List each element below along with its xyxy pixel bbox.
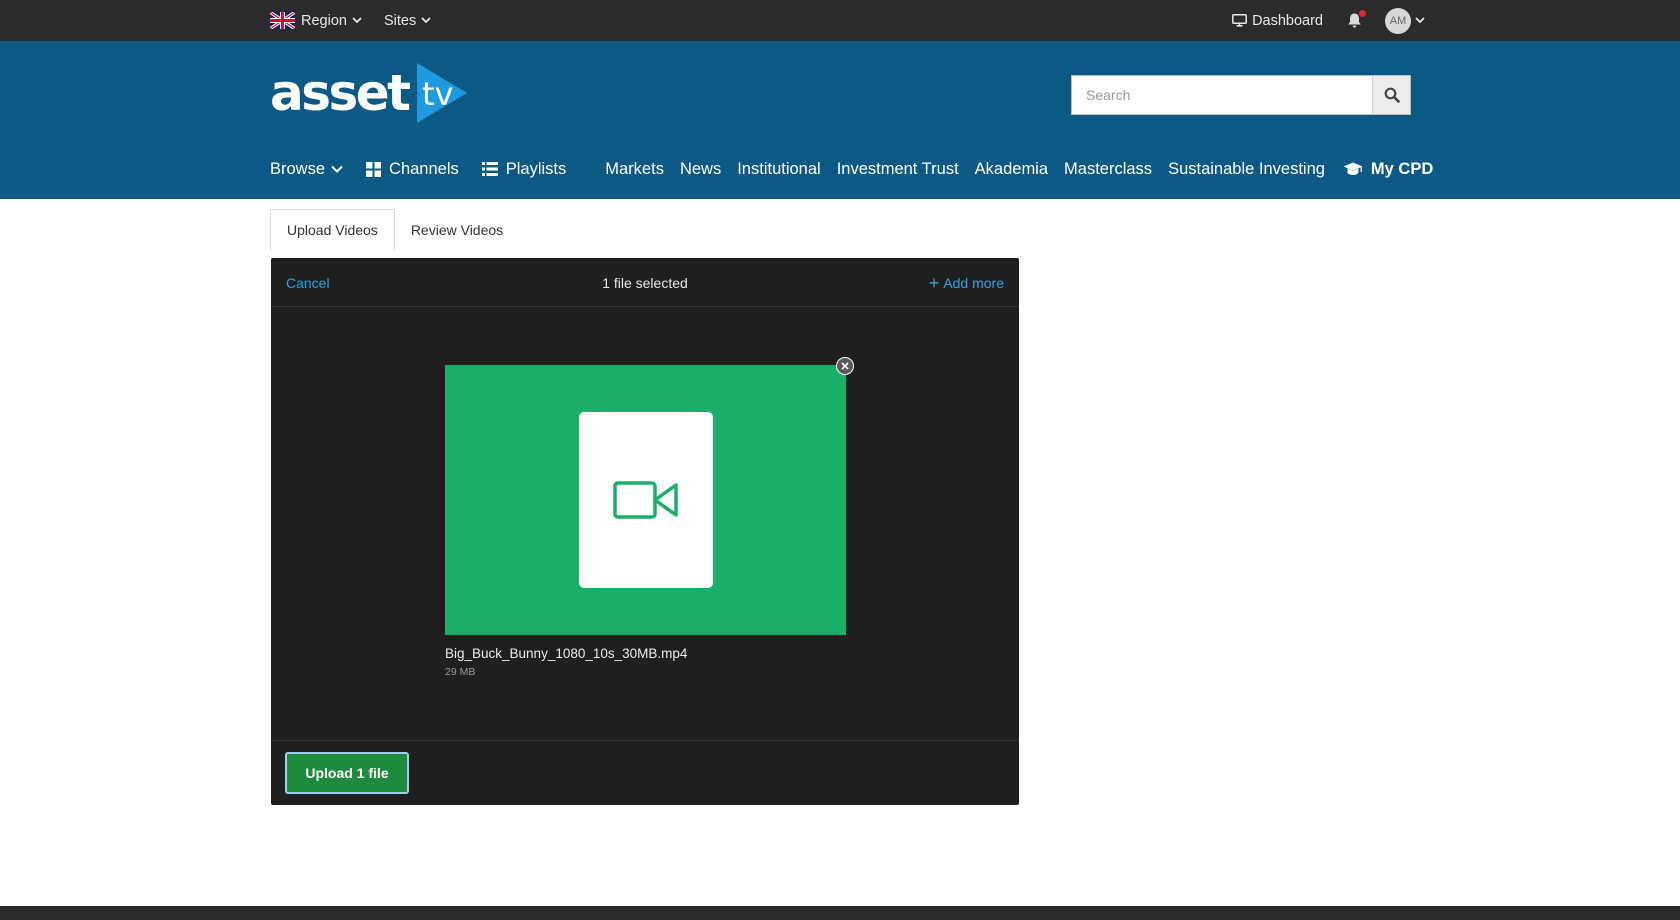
file-preview (578, 412, 713, 588)
nav-playlists[interactable]: Playlists (481, 159, 567, 179)
nav-link-masterclass[interactable]: Masterclass (1064, 160, 1152, 179)
tab-review-videos[interactable]: Review Videos (395, 209, 519, 251)
nav-my-cpd-label: My CPD (1370, 159, 1434, 178)
logo-play-icon: tv (416, 63, 467, 123)
chevron-down-icon (1415, 17, 1425, 24)
top-utility-bar: Region Sites Dashboard AM (0, 0, 1680, 41)
nav-link-markets[interactable]: Markets (605, 160, 664, 179)
search-icon (1384, 87, 1400, 103)
sites-label: Sites (383, 12, 417, 29)
graduation-cap-icon (1343, 162, 1363, 175)
uploader-footer: Upload 1 file (271, 740, 1019, 805)
nav-link-akademia[interactable]: Akademia (975, 160, 1048, 179)
avatar: AM (1385, 7, 1411, 34)
grid-icon (366, 161, 382, 177)
nav-link-institutional[interactable]: Institutional (737, 160, 820, 179)
file-item: Big_Buck_Bunny_1080_10s_30MB.mp4 29 MB (445, 357, 854, 678)
search-box (1071, 75, 1411, 115)
selected-count: 1 file selected (602, 274, 688, 291)
main-nav: Browse Channels Playlists Markets News I… (270, 154, 1433, 184)
add-more-label: Add more (943, 274, 1004, 291)
nav-link-news[interactable]: News (680, 160, 721, 179)
add-more-button[interactable]: + Add more (929, 258, 1004, 307)
logo-text: asset (270, 64, 411, 122)
nav-my-cpd[interactable]: My CPD (1343, 160, 1433, 179)
search-input[interactable] (1072, 76, 1372, 114)
upload-button[interactable]: Upload 1 file (285, 752, 409, 794)
footer-strip (0, 906, 1680, 920)
remove-file-button[interactable] (836, 357, 854, 375)
file-size: 29 MB (445, 666, 476, 678)
uploader-header: Cancel 1 file selected + Add more (271, 258, 1019, 307)
tab-upload-videos[interactable]: Upload Videos (270, 209, 395, 251)
search-button[interactable] (1372, 76, 1410, 114)
nav-channels-label: Channels (389, 159, 459, 178)
video-camera-icon (612, 481, 678, 519)
notifications-button[interactable] (1345, 9, 1366, 31)
site-header: asset tv Browse (0, 41, 1680, 199)
chevron-down-icon (421, 17, 431, 24)
region-dropdown[interactable]: Region (270, 12, 362, 29)
user-menu[interactable]: AM (1385, 7, 1425, 34)
uploader-panel: Cancel 1 file selected + Add more Big_Bu… (271, 258, 1019, 805)
list-icon (481, 162, 498, 176)
chevron-down-icon (331, 165, 343, 173)
nav-browse[interactable]: Browse (270, 160, 343, 179)
file-name: Big_Buck_Bunny_1080_10s_30MB.mp4 (445, 646, 688, 661)
chevron-down-icon (352, 17, 362, 24)
close-icon (841, 362, 849, 370)
nav-browse-label: Browse (270, 159, 326, 178)
nav-link-sustainable-investing[interactable]: Sustainable Investing (1168, 160, 1325, 179)
nav-link-investment-trust[interactable]: Investment Trust (837, 160, 959, 179)
region-label: Region (301, 12, 347, 29)
asset-tv-logo[interactable]: asset tv (270, 59, 471, 127)
logo-suffix: tv (422, 75, 453, 113)
uk-flag-icon (270, 12, 295, 29)
dashboard-link[interactable]: Dashboard (1232, 13, 1323, 29)
plus-icon: + (928, 272, 940, 293)
monitor-icon (1232, 14, 1248, 27)
notification-badge (1359, 9, 1366, 17)
file-thumbnail (445, 357, 854, 635)
dashboard-label: Dashboard (1252, 12, 1323, 29)
nav-playlists-label: Playlists (505, 159, 567, 178)
nav-channels[interactable]: Channels (366, 160, 459, 179)
sites-dropdown[interactable]: Sites (384, 13, 431, 29)
cancel-button[interactable]: Cancel (286, 258, 330, 307)
upload-tabs: Upload Videos Review Videos (270, 209, 519, 251)
